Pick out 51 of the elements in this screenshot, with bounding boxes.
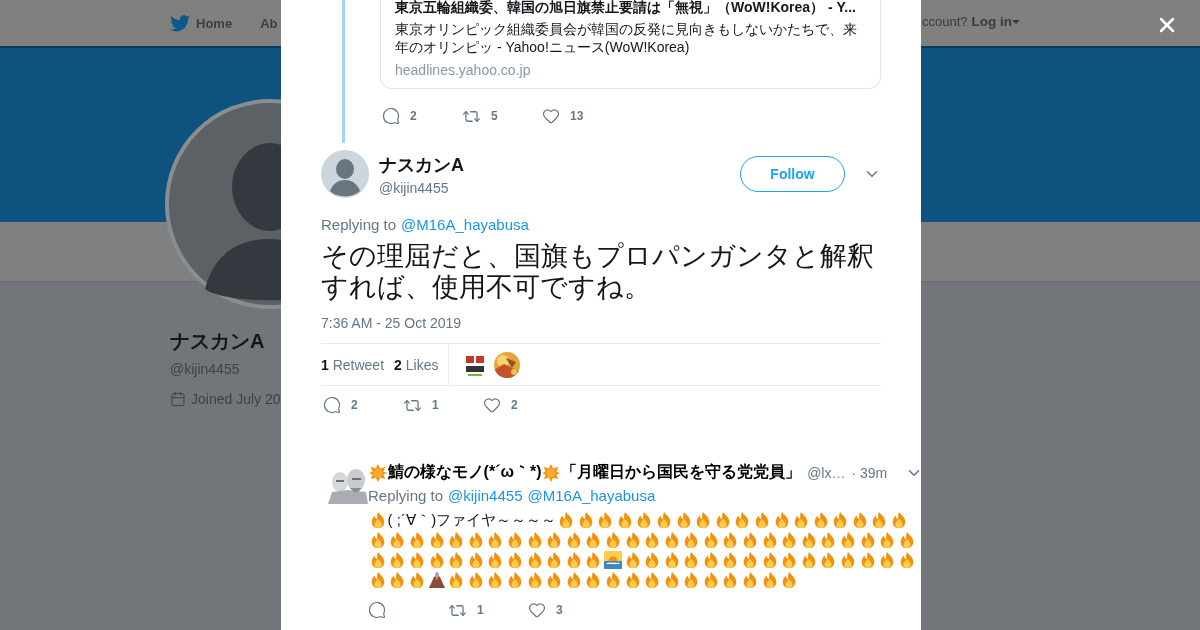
retweet-stat[interactable]: 1 Retweet [321, 356, 385, 373]
like-count: 13 [570, 109, 584, 123]
sunrise-icon [603, 551, 622, 569]
fire-icon [408, 551, 426, 569]
profile-name: ナスカンA [170, 329, 265, 354]
user-name[interactable]: ナスカンA [379, 152, 740, 177]
reply-icon[interactable] [382, 107, 400, 125]
retweet-count: 5 [491, 109, 498, 123]
tweet-text: その理屈だと、国旗もプロパンガンタと解釈すれば、使用不可ですね。 [321, 241, 875, 303]
user-name: 「月曜日から国民を守る党党員」 [561, 462, 802, 482]
mention-link[interactable]: @kijin4455 [448, 487, 523, 504]
reply-count: 2 [410, 109, 417, 123]
user-handle[interactable]: @lx… [807, 464, 846, 481]
replying-label: Replying to [368, 487, 444, 504]
fire-icon [408, 531, 426, 549]
like-count: 3 [556, 603, 563, 617]
volcano-icon [427, 571, 446, 589]
fire-icon [408, 571, 426, 589]
heart-icon[interactable] [483, 396, 501, 415]
caret-icon[interactable] [1012, 18, 1021, 25]
retweet-count: 1 [477, 603, 484, 617]
mention-link[interactable]: @M16A_hayabusa [401, 216, 529, 233]
sun-icon [368, 463, 387, 482]
card-description: 東京オリンピック組織委員会が韓国の反発に見向きもしないかたちで、来年のオリンピッ - Yahoo!ニュース(WoW!Korea) [395, 20, 858, 56]
user-handle[interactable]: @kijin4455 [379, 179, 740, 196]
user-name: 鯖の様なモノ(*´ω｀*) [387, 462, 542, 483]
calendar-icon [170, 391, 186, 407]
card-title: 東京五輪組織委、韓国の旭日旗禁止要請は「無視」（WoW!Korea） - Y... [395, 0, 857, 16]
reply-icon[interactable] [323, 396, 341, 415]
heart-icon[interactable] [542, 107, 560, 125]
tweet-timestamp: 7:36 AM - 25 Oct 2019 [321, 315, 463, 331]
reply-icon[interactable] [368, 601, 386, 619]
like-stat[interactable]: 2 Likes [394, 356, 439, 373]
like-count: 2 [511, 398, 518, 413]
tweet-text: ( ;´∀｀)ファイヤ～～～～ [387, 511, 557, 528]
link-card[interactable]: 東京五輪組織委、韓国の旭日旗禁止要請は「無視」（WoW!Korea） - Y... 東京オリンピック組織委員会が韓国の反発に見向きもしないかたちで、来年のオリンピッ - Yahoo!ニュース(WoW!Korea) headlines.yahoo.co.jp [380, 0, 881, 89]
card-domain: headlines.yahoo.co.jp [395, 62, 532, 78]
follow-button[interactable]: Follow [740, 156, 845, 192]
replying-label: Replying to [321, 216, 397, 233]
login-link[interactable]: Log in [971, 14, 1021, 29]
mention-link[interactable]: @M16A_hayabusa [527, 487, 656, 504]
reply-count: 2 [351, 398, 358, 413]
nav-link[interactable]: Home [170, 14, 233, 32]
tweet-time[interactable]: · 39m [851, 464, 888, 481]
heart-icon[interactable] [528, 601, 546, 619]
retweet-count: 1 [432, 398, 439, 413]
sun-icon [542, 463, 561, 482]
avatar[interactable] [321, 150, 369, 198]
login-prompt: ccount? [922, 14, 968, 29]
nav-link[interactable]: Ab [260, 15, 278, 31]
fire-icon [557, 511, 575, 529]
